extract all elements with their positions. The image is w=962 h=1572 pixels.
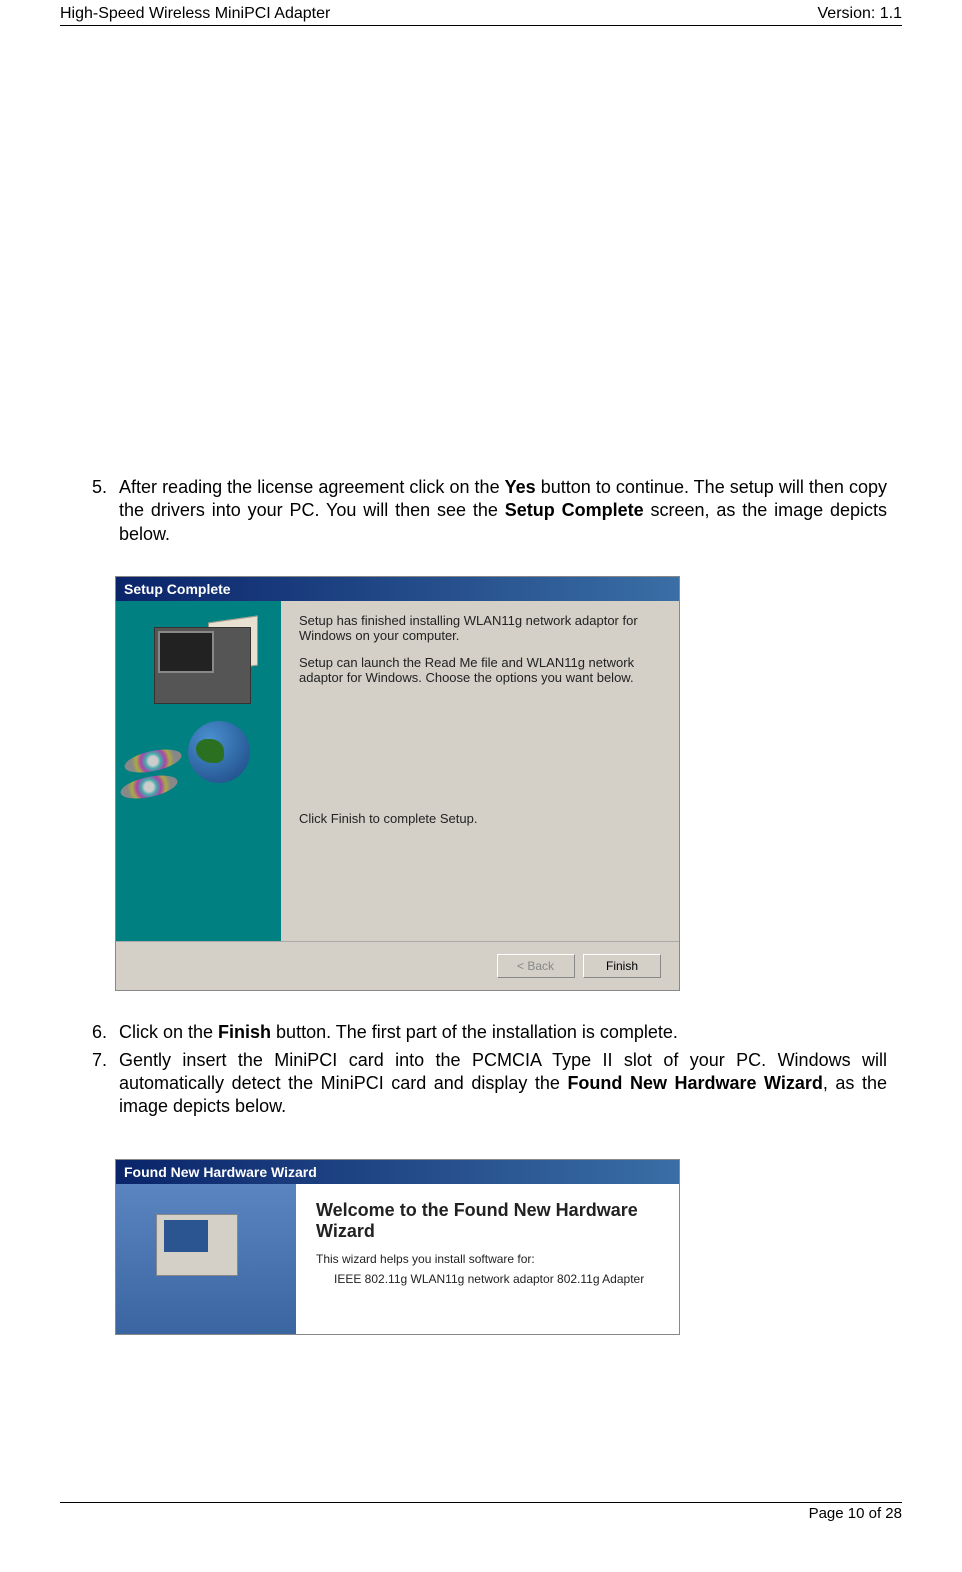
page-header: High-Speed Wireless MiniPCI Adapter Vers…: [60, 0, 902, 26]
step-number: 5.: [75, 476, 119, 546]
dialog-button-row: < Back Finish: [116, 941, 679, 990]
dialog-text: Setup can launch the Read Me file and WL…: [299, 655, 661, 685]
step-6: 6. Click on the Finish button. The first…: [75, 1021, 887, 1044]
back-button: < Back: [497, 954, 575, 978]
wizard-heading: Welcome to the Found New Hardware Wizard: [316, 1200, 659, 1242]
step-5: 5. After reading the license agreement c…: [75, 476, 887, 546]
document-content: 5. After reading the license agreement c…: [60, 26, 902, 1335]
cd-icon: [119, 771, 180, 803]
step-text: Click on the Finish button. The first pa…: [119, 1021, 887, 1044]
step-number: 7.: [75, 1049, 119, 1119]
dialog-text: Setup has finished installing WLAN11g ne…: [299, 613, 661, 643]
monitor-icon: [158, 631, 214, 673]
page-number: Page 10 of 28: [809, 1505, 902, 1522]
wizard-sidebar-image: [116, 1184, 296, 1334]
dialog-content: Setup has finished installing WLAN11g ne…: [281, 601, 679, 941]
wizard-device-name: IEEE 802.11g WLAN11g network adaptor 802…: [334, 1272, 659, 1286]
screen-icon: [164, 1220, 208, 1252]
step-text: After reading the license agreement clic…: [119, 476, 887, 546]
step-text: Gently insert the MiniPCI card into the …: [119, 1049, 887, 1119]
found-new-hardware-dialog: Found New Hardware Wizard Welcome to the…: [115, 1159, 680, 1335]
dialog-text: Click Finish to complete Setup.: [299, 811, 477, 826]
cd-icon: [123, 745, 184, 777]
header-version: Version: 1.1: [818, 5, 903, 23]
dialog-titlebar: Found New Hardware Wizard: [116, 1160, 679, 1184]
dialog-titlebar: Setup Complete: [116, 577, 679, 601]
setup-complete-dialog: Setup Complete Setup has finished instal: [115, 576, 680, 991]
step-number: 6.: [75, 1021, 119, 1044]
page-footer: Page 10 of 28: [60, 1502, 902, 1522]
finish-button[interactable]: Finish: [583, 954, 661, 978]
wizard-content: Welcome to the Found New Hardware Wizard…: [296, 1184, 679, 1334]
globe-icon: [188, 721, 250, 783]
header-title: High-Speed Wireless MiniPCI Adapter: [60, 5, 330, 23]
dialog-sidebar-image: [116, 601, 281, 941]
step-7: 7. Gently insert the MiniPCI card into t…: [75, 1049, 887, 1119]
wizard-text: This wizard helps you install software f…: [316, 1252, 659, 1266]
